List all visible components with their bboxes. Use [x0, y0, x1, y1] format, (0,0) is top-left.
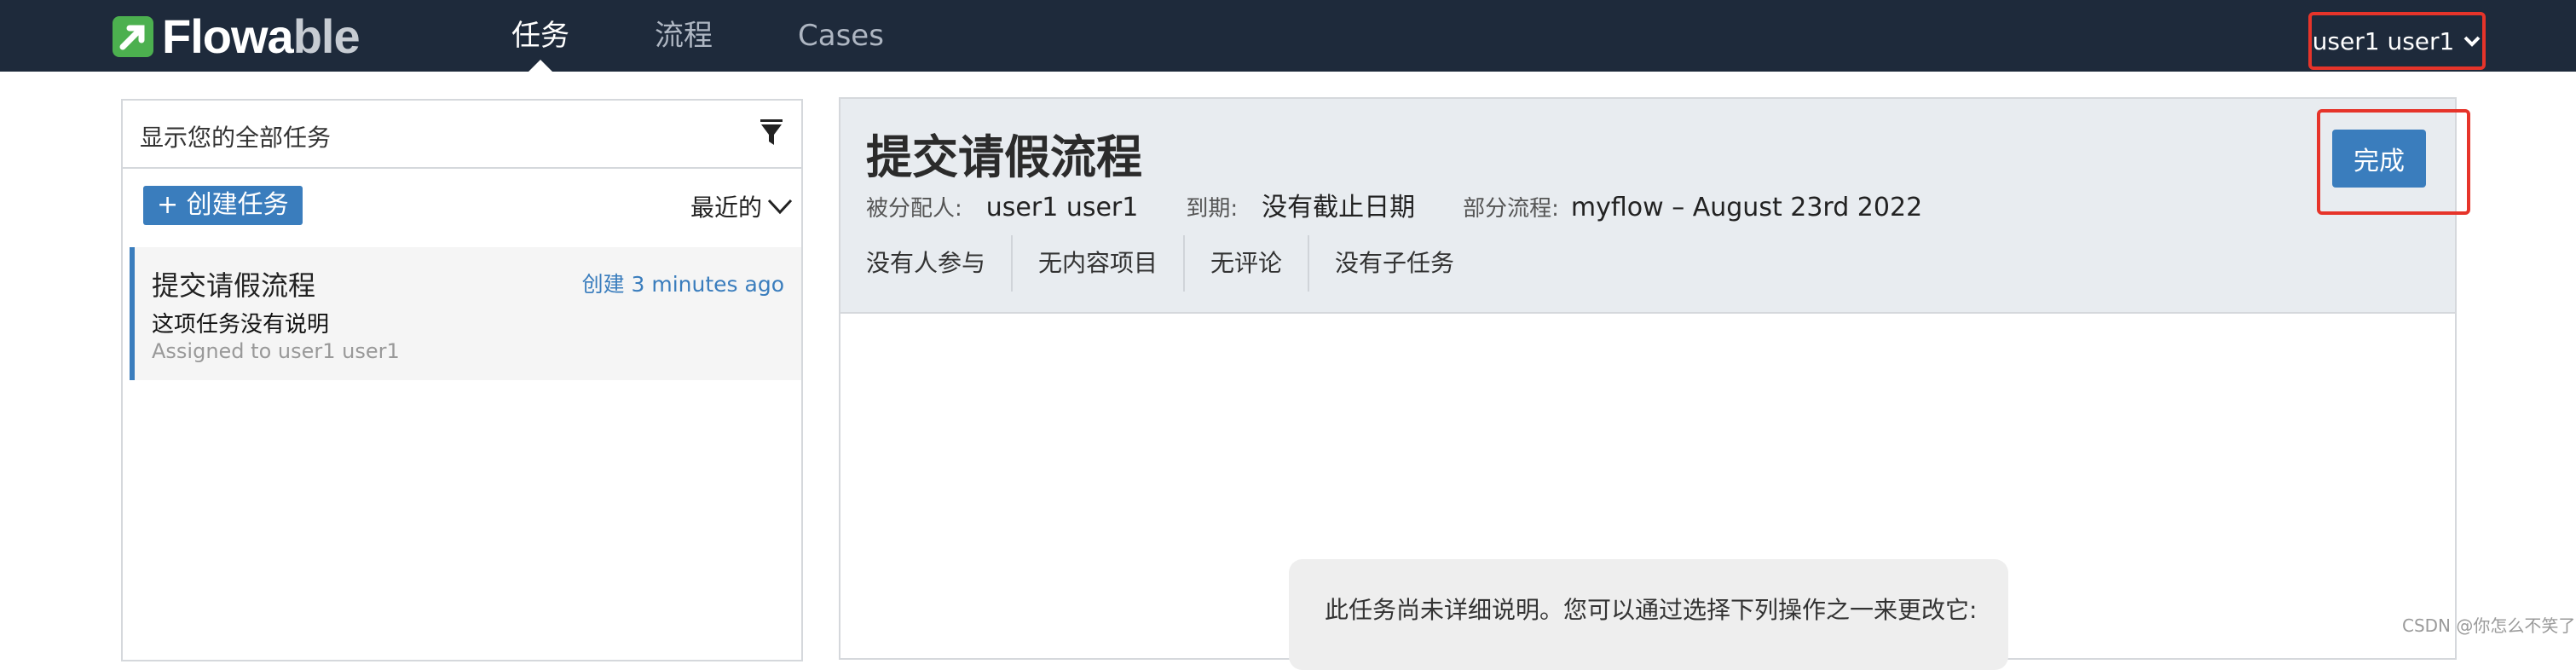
- task-meta-row: 被分配人: user1 user1 到期: 没有截止日期 部分流程: myflo…: [866, 186, 1970, 223]
- task-item-assigned: Assigned to user1 user1: [152, 339, 400, 363]
- tab-involved-people[interactable]: 没有人参与: [866, 235, 1011, 292]
- sort-dropdown[interactable]: 最近的: [690, 189, 793, 223]
- nav-tab-processes[interactable]: 流程: [655, 0, 713, 72]
- complete-highlight: 完成: [2317, 109, 2470, 215]
- chevron-down-icon: [2463, 36, 2481, 47]
- user-name: user1 user1: [2312, 26, 2455, 55]
- flowable-logo-icon: [113, 16, 153, 57]
- task-list-toolbar: + 创建任务 最近的: [123, 169, 801, 247]
- task-item-created: 创建 3 minutes ago: [581, 272, 784, 297]
- chevron-down-icon: [767, 199, 793, 215]
- empty-form-hint-text: 此任务尚未详细说明。您可以通过选择下列操作之一来更改它:: [1325, 596, 1978, 624]
- task-item-description: 这项任务没有说明: [152, 312, 330, 338]
- flowable-logo[interactable]: Flowable: [111, 9, 361, 63]
- task-sub-tabs: 没有人参与 无内容项目 无评论 没有子任务: [866, 235, 1480, 292]
- assignee-value[interactable]: user1 user1: [986, 193, 1139, 222]
- process-value[interactable]: myflow – August 23rd 2022: [1571, 193, 1922, 222]
- task-list-panel: 显示您的全部任务 + 创建任务 最近的 提交请假流程 创建 3 minutes …: [121, 99, 803, 661]
- logo-wordmark: Flowable: [162, 9, 361, 63]
- task-detail-panel: 提交请假流程 被分配人: user1 user1 到期: 没有截止日期 部分流程…: [839, 97, 2470, 670]
- empty-form-hint: 此任务尚未详细说明。您可以通过选择下列操作之一来更改它:: [1289, 559, 2008, 670]
- create-task-button[interactable]: + 创建任务: [143, 186, 303, 225]
- filter-icon[interactable]: [759, 118, 784, 148]
- tab-content-items[interactable]: 无内容项目: [1011, 235, 1183, 292]
- task-list-item[interactable]: 提交请假流程 创建 3 minutes ago 这项任务没有说明 Assigne…: [130, 247, 801, 380]
- top-navbar: Flowable 任务 流程 Cases user1 user1: [0, 0, 2576, 72]
- task-title: 提交请假流程: [866, 130, 1142, 184]
- task-item-title: 提交请假流程: [152, 269, 316, 302]
- main-nav-tabs: 任务 流程 Cases: [511, 0, 969, 72]
- sort-label: 最近的: [690, 193, 762, 222]
- nav-tab-cases[interactable]: Cases: [798, 0, 884, 72]
- due-value[interactable]: 没有截止日期: [1262, 186, 1415, 223]
- filter-text: 显示您的全部任务: [140, 124, 332, 152]
- watermark: CSDN @你怎么不笑了: [2402, 615, 2576, 636]
- user-menu-dropdown[interactable]: user1 user1: [2308, 12, 2486, 70]
- due-label: 到期:: [1186, 196, 1239, 222]
- task-detail-header: 提交请假流程 被分配人: user1 user1 到期: 没有截止日期 部分流程…: [840, 99, 2470, 314]
- tab-comments[interactable]: 无评论: [1183, 235, 1308, 292]
- process-label: 部分流程:: [1463, 196, 1559, 222]
- complete-button[interactable]: 完成: [2332, 130, 2426, 188]
- active-tab-caret-icon: [528, 60, 552, 72]
- task-filter-bar[interactable]: 显示您的全部任务: [123, 101, 801, 169]
- nav-tab-tasks[interactable]: 任务: [511, 0, 569, 72]
- tab-subtasks[interactable]: 没有子任务: [1308, 235, 1480, 292]
- assignee-label: 被分配人:: [866, 196, 962, 222]
